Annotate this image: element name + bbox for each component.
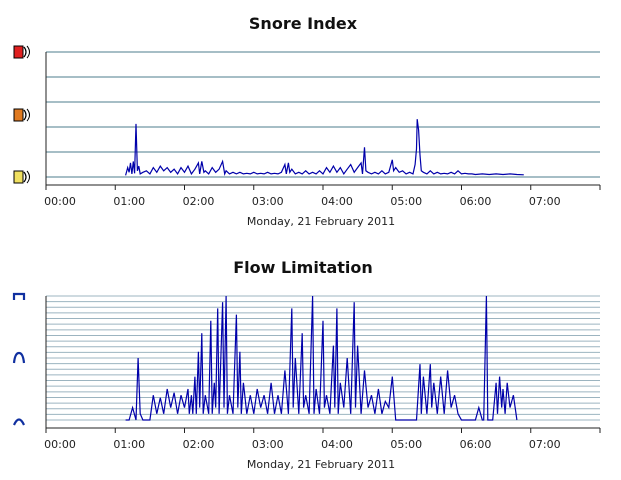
x-tick-label: 03:00 [252, 438, 284, 451]
snore-index-x-label: Monday, 21 February 2011 [247, 215, 395, 228]
red-snore-icon [13, 45, 30, 59]
x-tick-label: 00:00 [44, 195, 76, 208]
x-tick-label: 05:00 [390, 195, 422, 208]
x-tick-label: 02:00 [183, 195, 215, 208]
x-tick-label: 02:00 [183, 438, 215, 451]
flow-limitation-y-icons [12, 292, 26, 426]
chart-canvas: Snore Index 00:00 01:00 02:00 03:00 04:00 05:… [12, 14, 601, 471]
snore-index-chart: Snore Index 00:00 01:00 02:00 03:00 04:00 05:… [13, 14, 601, 228]
x-tick-label: 04:00 [321, 195, 353, 208]
flow-limitation-x-label: Monday, 21 February 2011 [247, 458, 395, 471]
x-tick-label: 07:00 [529, 438, 561, 451]
x-tick-label: 05:00 [390, 438, 422, 451]
flow-normal-icon [12, 418, 26, 426]
flow-limitation-title: Flow Limitation [233, 258, 373, 277]
flow-partial-icon [12, 351, 26, 364]
snore-index-grid [45, 51, 600, 186]
flow-full-icon [12, 292, 26, 300]
x-tick-label: 00:00 [44, 438, 76, 451]
x-tick-label: 03:00 [252, 195, 284, 208]
flow-limitation-x-ticks: 00:00 01:00 02:00 03:00 04:00 05:00 06:00 07:00 [44, 428, 601, 451]
snore-index-x-ticks: 00:00 01:00 02:00 03:00 04:00 05:00 06:00 07:00 [44, 185, 601, 208]
x-tick-label: 06:00 [460, 438, 492, 451]
x-tick-label: 04:00 [321, 438, 353, 451]
x-tick-label: 01:00 [113, 438, 145, 451]
x-tick-label: 01:00 [113, 195, 145, 208]
yellow-snore-icon [13, 170, 30, 184]
snore-index-title: Snore Index [249, 14, 358, 33]
snore-index-y-icons [13, 45, 30, 184]
x-tick-label: 07:00 [529, 195, 561, 208]
flow-limitation-chart: Flow Limitation 00:00 01:00 02:00 03:00 04:0… [12, 258, 601, 471]
flow-limitation-grid [45, 295, 600, 429]
orange-snore-icon [13, 108, 30, 122]
x-tick-label: 06:00 [460, 195, 492, 208]
snore-index-series-line [125, 119, 524, 176]
